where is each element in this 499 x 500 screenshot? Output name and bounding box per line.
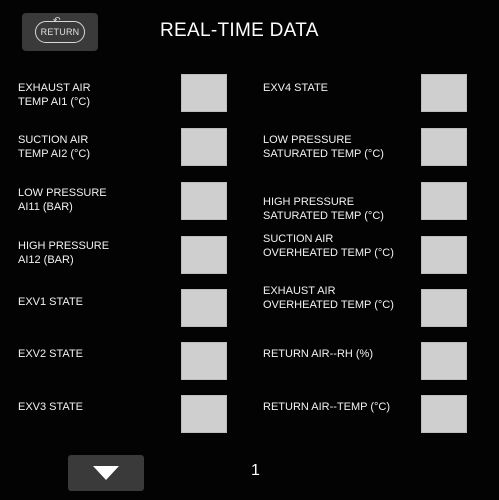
value-high-pressure-sat-temp xyxy=(421,182,467,220)
value-return-air-rh xyxy=(421,342,467,380)
param-label-low-pressure-sat-temp: LOW PRESSURE SATURATED TEMP (°C) xyxy=(263,134,384,160)
value-exv1-state xyxy=(181,289,227,327)
value-exhaust-air-temp xyxy=(181,74,227,112)
return-icon: ↶ RETURN xyxy=(35,16,85,43)
page-down-button[interactable] xyxy=(68,455,144,491)
return-arrow-icon: ↶ xyxy=(53,15,61,25)
value-exv2-state xyxy=(181,342,227,380)
value-high-pressure xyxy=(181,236,227,274)
value-low-pressure xyxy=(181,182,227,220)
param-label-suction-air-overheated-temp: SUCTION AIR OVERHEATED TEMP (°C) xyxy=(263,233,394,259)
param-label-exv1-state: EXV1 STATE xyxy=(18,296,84,308)
param-label-exv3-state: EXV3 STATE xyxy=(18,401,84,413)
value-suction-air-overheated-temp xyxy=(421,236,467,274)
param-label-return-air-temp: RETURN AIR--TEMP (°C) xyxy=(263,401,391,413)
param-label-suction-air-temp: SUCTION AIR TEMP AI2 (°C) xyxy=(18,134,91,160)
param-label-low-pressure: LOW PRESSURE AI11 (bar) xyxy=(18,187,107,213)
value-exv3-state xyxy=(181,395,227,433)
page-number: 1 xyxy=(251,462,260,479)
page-title: REAL-TIME DATA xyxy=(160,20,319,41)
param-label-high-pressure-sat-temp: HIGH PRESSURE SATURATED TEMP (°C) xyxy=(263,196,384,222)
return-button[interactable]: ↶ RETURN xyxy=(22,13,98,51)
value-return-air-temp xyxy=(421,395,467,433)
param-label-return-air-rh: RETURN AIR--RH (%) xyxy=(263,348,373,360)
return-label: RETURN xyxy=(40,27,80,37)
value-suction-air-temp xyxy=(181,128,227,166)
value-exv4-state xyxy=(421,74,467,112)
realtime-data-screen: ↶ RETURN REAL-TIME DATA EXHAUST AIR TEMP … xyxy=(0,0,499,500)
param-label-exv4-state: EXV4 STATE xyxy=(263,82,329,94)
param-label-high-pressure: HIGH PRESSURE AI12 (bar) xyxy=(18,240,110,266)
value-exhaust-air-overheated-temp xyxy=(421,289,467,327)
param-label-exhaust-air-temp: EXHAUST AIR TEMP AI1 (°C) xyxy=(18,82,91,108)
triangle-down-icon xyxy=(93,466,119,480)
value-low-pressure-sat-temp xyxy=(421,128,467,166)
param-label-exv2-state: EXV2 STATE xyxy=(18,348,84,360)
param-label-exhaust-air-overheated-temp: EXHAUST AIR OVERHEATED TEMP (°C) xyxy=(263,285,394,311)
